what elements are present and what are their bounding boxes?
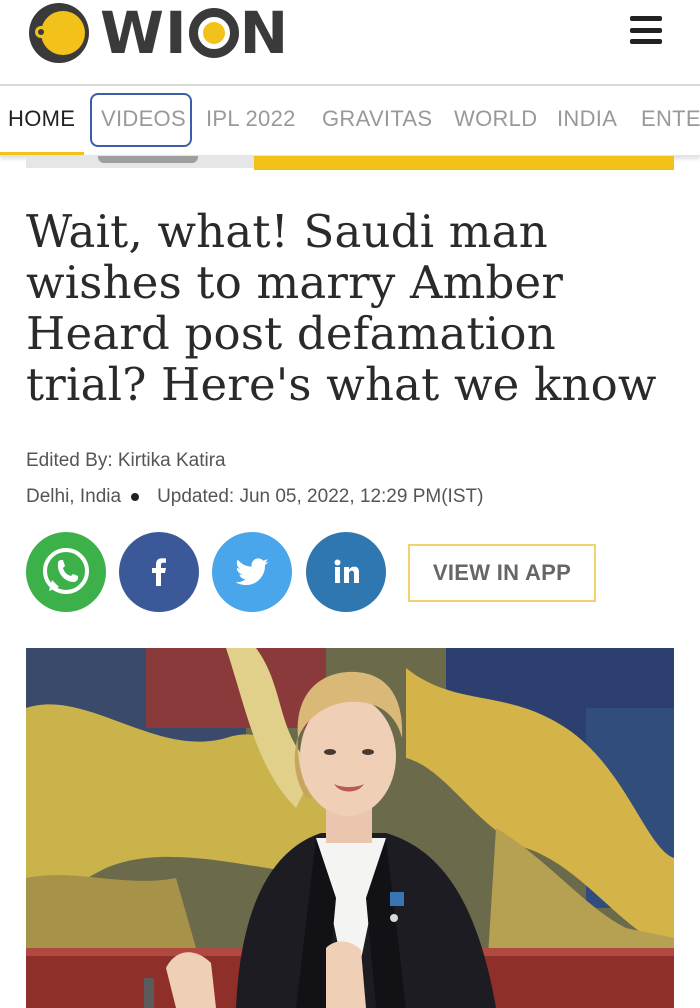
nav-tab-videos[interactable]: VIDEOS (101, 86, 186, 155)
twitter-icon (235, 558, 269, 586)
nav-tab-entertainment[interactable]: ENTE (641, 86, 700, 155)
active-tab-indicator (0, 152, 84, 155)
facebook-icon (152, 558, 166, 586)
article-dateline: Delhi, India Updated: Jun 05, 2022, 12:2… (26, 486, 483, 508)
article-location: Delhi, India (26, 486, 122, 507)
nav-tab-gravitas[interactable]: GRAVITAS (322, 86, 432, 155)
hamburger-menu-icon[interactable] (630, 16, 662, 44)
nav-tab-ipl-2022[interactable]: IPL 2022 (206, 86, 296, 155)
article-editor: Edited By: Kirtika Katira (26, 450, 226, 471)
wion-logo-mark-icon (29, 3, 89, 63)
article-headline: Wait, what! Saudi man wishes to marry Am… (26, 205, 657, 411)
nav-tab-world[interactable]: WORLD (454, 86, 537, 155)
whatsapp-icon (43, 548, 89, 594)
logo-wordmark: WIN (100, 0, 290, 67)
article-hero-image[interactable] (26, 648, 674, 1008)
linkedin-icon (334, 559, 359, 583)
article-updated: Updated: Jun 05, 2022, 12:29 PM(IST) (157, 486, 484, 507)
share-twitter-button[interactable] (212, 532, 292, 612)
section-nav: HOME VIDEOS IPL 2022 GRAVITAS WORLD INDI… (0, 84, 700, 156)
share-whatsapp-button[interactable] (26, 532, 106, 612)
hero-photo-illustration (26, 648, 674, 1008)
ad-banner-right (254, 156, 674, 170)
wion-logo[interactable]: WIN (24, 2, 289, 64)
ad-button-remnant (98, 156, 198, 163)
site-header: WIN (0, 0, 700, 84)
ad-banner-remnant[interactable] (26, 156, 674, 170)
view-in-app-button[interactable]: VIEW IN APP (408, 544, 596, 602)
nav-tab-home[interactable]: HOME (8, 86, 75, 155)
share-linkedin-button[interactable] (306, 532, 386, 612)
share-facebook-button[interactable] (119, 532, 199, 612)
separator-dot (131, 493, 140, 501)
nav-tab-india[interactable]: INDIA (557, 86, 617, 155)
